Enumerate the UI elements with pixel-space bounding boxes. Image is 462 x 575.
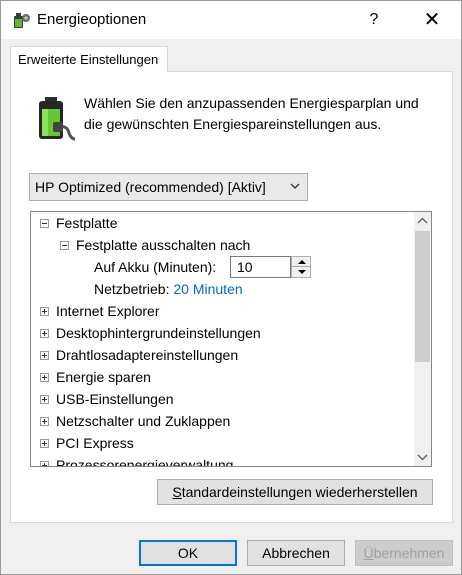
tree-node-label: USB-Einstellungen [56, 391, 174, 407]
mnemonic: Ü [363, 545, 374, 561]
tab-advanced-settings[interactable]: Erweiterte Einstellungen [10, 46, 168, 72]
tree-node-label: Internet Explorer [56, 303, 160, 319]
expand-icon[interactable] [40, 329, 49, 338]
button-label: bernehmen [373, 545, 445, 561]
title-bar: Energieoptionen ? ✕ [1, 1, 461, 39]
arrow-down-icon [298, 270, 306, 274]
tree-node-label: Festplatte [56, 215, 118, 231]
netzbetrieb-value[interactable]: 20 Minuten [173, 281, 242, 297]
expand-icon[interactable] [40, 461, 49, 466]
stepper-down-button[interactable] [292, 267, 310, 277]
close-button[interactable]: ✕ [414, 1, 450, 39]
collapse-icon[interactable] [60, 241, 69, 250]
power-plan-value: HP Optimized (recommended) [Aktiv] [35, 179, 266, 195]
tree-setting-netzbetrieb[interactable]: Netzbetrieb: 20 Minuten [94, 278, 243, 300]
chevron-down-icon [290, 183, 300, 189]
restore-defaults-button[interactable]: Standardeinstellungen wiederherstellen [157, 479, 433, 505]
expand-icon[interactable] [40, 351, 49, 360]
tree-node-label: Netzschalter und Zuklappen [56, 413, 231, 429]
scroll-down-icon[interactable] [414, 449, 431, 466]
power-plan-select[interactable]: HP Optimized (recommended) [Aktiv] [29, 173, 308, 201]
akku-minutes-stepper[interactable] [291, 256, 311, 278]
stepper-up-button[interactable] [292, 257, 310, 267]
tree-node-label: Energie sparen [56, 369, 151, 385]
intro-text: Wählen Sie den anzupassenden Energiespar… [84, 95, 419, 132]
tree-node-label: Prozessorenergieverwaltung [56, 457, 234, 467]
tree-node-label: Drahtlosadaptereinstellungen [56, 347, 239, 363]
expand-icon[interactable] [40, 417, 49, 426]
tree-setting-akku: Auf Akku (Minuten): [94, 256, 216, 278]
scroll-up-icon[interactable] [414, 212, 431, 229]
tree-node-label: Desktophintergrundeinstellungen [56, 325, 261, 341]
expand-icon[interactable] [40, 373, 49, 382]
tree-node-label: PCI Express [56, 435, 134, 451]
ok-button[interactable]: OK [139, 540, 237, 566]
akku-label: Auf Akku (Minuten): [94, 259, 217, 275]
scrollbar-thumb[interactable] [415, 231, 430, 362]
settings-tree[interactable]: Festplatte Festplatte ausschalten nach A… [30, 211, 432, 467]
arrow-up-icon [298, 260, 306, 264]
netzbetrieb-label: Netzbetrieb: [94, 281, 170, 297]
apply-button[interactable]: Übernehmen [355, 540, 453, 566]
window-title: Energieoptionen [37, 11, 147, 28]
expand-icon[interactable] [40, 395, 49, 404]
akku-minutes-input[interactable]: 10 [230, 256, 291, 278]
tree-node-label: Festplatte ausschalten nach [76, 237, 251, 253]
help-button[interactable]: ? [356, 1, 392, 39]
battery-plug-icon [39, 97, 76, 141]
vertical-scrollbar[interactable] [414, 212, 431, 466]
cancel-button[interactable]: Abbrechen [247, 540, 345, 566]
mnemonic: S [172, 484, 182, 500]
expand-icon[interactable] [40, 307, 49, 316]
expand-icon[interactable] [40, 439, 49, 448]
collapse-icon[interactable] [40, 219, 49, 228]
button-label: tandardeinstellungen wiederherstellen [181, 484, 418, 500]
power-options-icon [14, 13, 30, 28]
power-options-dialog: Energieoptionen ? ✕ Erweiterte Einstellu… [0, 0, 462, 575]
